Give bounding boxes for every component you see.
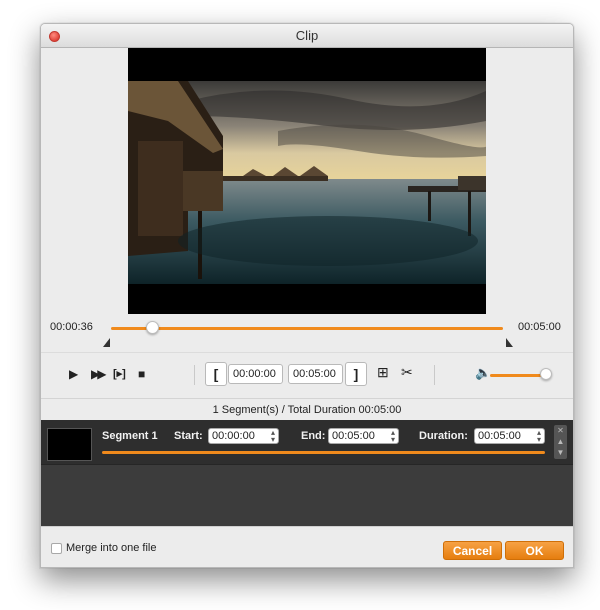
segment-summary: 1 Segment(s) / Total Duration 00:05:00	[41, 398, 573, 420]
set-start-button[interactable]: [	[205, 362, 227, 386]
move-down-icon[interactable]: ▼	[554, 447, 567, 458]
video-frame	[128, 81, 486, 284]
current-time: 00:00:36	[50, 321, 93, 333]
new-clip-icon[interactable]: ⊞	[377, 364, 389, 381]
cancel-button[interactable]: Cancel	[443, 541, 502, 560]
segment-range-bar	[102, 451, 545, 454]
segment-start-input[interactable]: 00:00:00 ▴ ▾	[208, 428, 279, 444]
close-window-button[interactable]	[49, 31, 60, 42]
end-time-field[interactable]: 00:05:00	[288, 364, 343, 384]
fast-forward-icon[interactable]: ▶▶	[91, 367, 107, 381]
total-time: 00:05:00	[518, 321, 561, 333]
merge-label: Merge into one file	[66, 542, 157, 554]
playback-controls: ▶ ▶▶ [▸] ■ [ 00:00:00 00:05:00 ] ⊞ ✂ 🔈	[41, 352, 573, 398]
segment-duration-label: Duration:	[419, 430, 468, 442]
merge-checkbox[interactable]	[51, 543, 62, 554]
clip-window: Clip 00:00:36 00:05:00 ▶ ▶▶ [▸] ■ [00:0…	[40, 23, 574, 568]
video-frame-image	[128, 81, 486, 284]
stop-icon[interactable]: ■	[138, 367, 145, 381]
volume-track[interactable]	[490, 374, 546, 377]
play-segment-icon[interactable]: [▸]	[113, 367, 126, 380]
window-title: Clip	[295, 28, 319, 43]
segment-row[interactable]: Segment 1 Start: 00:00:00 ▴ ▾ End: 00:05:0…	[41, 420, 573, 465]
volume-icon[interactable]: 🔈	[475, 365, 491, 381]
divider	[434, 365, 435, 385]
end-marker[interactable]	[506, 338, 513, 347]
set-end-button[interactable]: ]	[345, 362, 367, 386]
segment-row-actions: ✕ ▲ ▼	[554, 425, 567, 459]
video-preview	[41, 48, 573, 314]
stepper-icon: ▴ ▾	[270, 428, 275, 444]
segment-duration-input[interactable]: 00:05:00 ▴ ▾	[474, 428, 545, 444]
segment-name: Segment 1	[102, 430, 158, 442]
dialog-footer: Merge into one file Cancel OK	[41, 526, 573, 567]
split-scissors-icon[interactable]: ✂	[401, 364, 413, 381]
title-bar: Clip	[41, 24, 573, 48]
ok-button[interactable]: OK	[505, 541, 564, 560]
play-icon[interactable]: ▶	[69, 367, 78, 381]
progress-track[interactable]	[111, 327, 503, 330]
timeline: 00:00:36 00:05:00	[41, 314, 573, 352]
segment-thumbnail	[47, 428, 92, 461]
start-marker[interactable]	[103, 338, 110, 347]
segment-start-label: Start:	[174, 430, 203, 442]
progress-thumb[interactable]	[146, 321, 159, 334]
start-time-field[interactable]: 00:00:00	[228, 364, 283, 384]
move-up-icon[interactable]: ▲	[554, 436, 567, 447]
segment-list: Segment 1 Start: 00:00:00 ▴ ▾ End: 00:05:0…	[41, 420, 573, 526]
segment-end-label: End:	[301, 430, 326, 442]
divider	[194, 365, 195, 385]
stepper-icon: ▴ ▾	[390, 428, 395, 444]
segment-end-input[interactable]: 00:05:00 ▴ ▾	[328, 428, 399, 444]
volume-thumb[interactable]	[540, 368, 552, 380]
remove-segment-icon[interactable]: ✕	[554, 425, 567, 436]
stepper-icon: ▴ ▾	[536, 428, 541, 444]
